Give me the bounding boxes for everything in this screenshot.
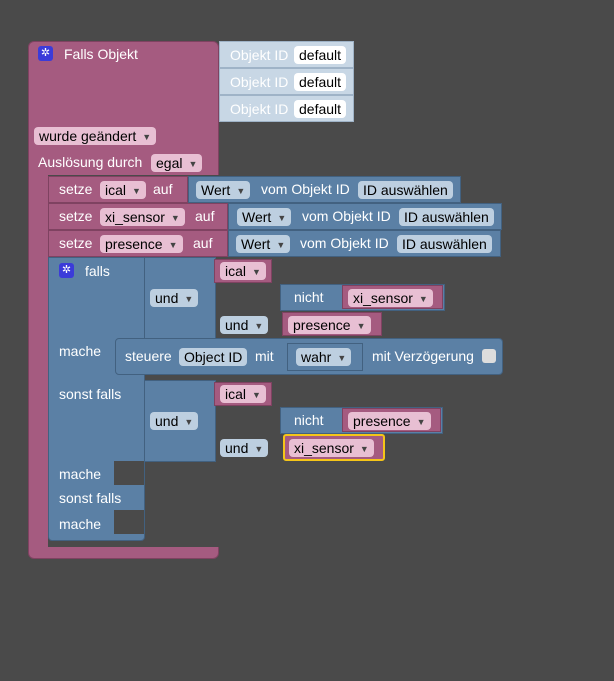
mache-slot-3 — [114, 510, 144, 534]
mache-label: mache — [59, 343, 102, 359]
id-select-1[interactable]: ID auswählen — [358, 181, 453, 199]
wert-dropdown-2[interactable]: Wert ▼ — [237, 208, 292, 226]
chevron-down-icon: ▼ — [254, 444, 264, 454]
chevron-down-icon: ▼ — [277, 213, 287, 223]
chevron-down-icon: ▼ — [170, 213, 180, 223]
var-name: presence — [353, 413, 411, 429]
objekt-id-label: Objekt ID — [230, 74, 289, 90]
auf-label: auf — [193, 235, 213, 251]
setze-var-ical[interactable]: ical ▼ — [100, 181, 146, 199]
sonst-falls-label: sonst falls — [59, 490, 122, 506]
objekt-id-field-2[interactable]: default — [294, 73, 347, 91]
chevron-down-icon: ▼ — [132, 186, 141, 196]
objekt-id-label: Objekt ID — [230, 47, 289, 63]
wert-dropdown-1[interactable]: Wert ▼ — [196, 181, 251, 199]
auf-label: auf — [195, 208, 215, 224]
wahr-dropdown[interactable]: wahr ▼ — [296, 348, 352, 366]
und-label: und — [155, 413, 179, 429]
chevron-down-icon: ▼ — [252, 267, 261, 277]
mache-slot-2 — [114, 461, 144, 485]
und-label: und — [225, 317, 249, 333]
chevron-down-icon: ▼ — [184, 294, 194, 304]
steuere-object-id[interactable]: Object ID — [179, 348, 248, 366]
nicht-label: nicht — [294, 412, 324, 428]
cond1-var-ical[interactable]: ical ▼ — [220, 262, 266, 280]
cond1-var-presence[interactable]: presence ▼ — [288, 316, 371, 334]
var-name: xi_sensor — [353, 290, 413, 306]
setze-label: setze — [59, 181, 93, 197]
chevron-down-icon: ▼ — [254, 321, 264, 331]
wert-label: Wert — [201, 182, 231, 198]
wahr-value: wahr — [301, 349, 332, 365]
steuere-label: steuere — [125, 348, 172, 364]
cond2-var-presence[interactable]: presence ▼ — [348, 412, 431, 430]
id-select-3[interactable]: ID auswählen — [397, 235, 492, 253]
selection-outline — [283, 434, 385, 461]
var-name: xi_sensor — [105, 209, 165, 225]
mache-label: mache — [59, 466, 102, 482]
changed-label: wurde geändert — [39, 128, 137, 144]
und-dropdown-4[interactable]: und ▼ — [220, 439, 269, 457]
chevron-down-icon: ▼ — [188, 159, 198, 169]
chevron-down-icon: ▼ — [416, 417, 426, 427]
objekt-id-label: Objekt ID — [230, 101, 289, 117]
und-dropdown-1[interactable]: und ▼ — [150, 289, 199, 307]
objekt-id-field-3[interactable]: default — [294, 100, 347, 118]
vom-objekt-label: vom Objekt ID — [302, 208, 391, 224]
mit-label: mit — [255, 348, 274, 364]
und-label: und — [155, 290, 179, 306]
verzoegerung-checkbox[interactable] — [482, 349, 496, 363]
setze-label: setze — [59, 208, 93, 224]
id-select-2[interactable]: ID auswählen — [399, 208, 494, 226]
chevron-down-icon: ▼ — [356, 321, 366, 331]
und-dropdown-3[interactable]: und ▼ — [150, 412, 199, 430]
und-label: und — [225, 440, 249, 456]
nicht-label: nicht — [294, 289, 324, 305]
wert-label: Wert — [241, 236, 271, 252]
vom-objekt-label: vom Objekt ID — [300, 235, 389, 251]
cond2-var-ical[interactable]: ical ▼ — [220, 385, 266, 403]
falls-label: falls — [85, 263, 110, 279]
mache-label: mache — [59, 516, 102, 532]
var-name: ical — [105, 182, 127, 198]
var-name: presence — [105, 236, 163, 252]
vom-objekt-label: vom Objekt ID — [261, 181, 350, 197]
und-dropdown-2[interactable]: und ▼ — [220, 316, 269, 334]
gear-icon[interactable]: ✲ — [38, 46, 53, 61]
gear-icon[interactable]: ✲ — [59, 263, 74, 278]
chevron-down-icon: ▼ — [337, 353, 347, 363]
ausloesung-value: egal — [156, 155, 183, 171]
mit-verzoegerung-label: mit Verzögerung — [372, 348, 474, 364]
cond1-var-xi-sensor[interactable]: xi_sensor ▼ — [348, 289, 433, 307]
trigger-title: Falls Objekt — [64, 46, 138, 62]
chevron-down-icon: ▼ — [184, 417, 194, 427]
setze-label: setze — [59, 235, 93, 251]
chevron-down-icon: ▼ — [236, 186, 246, 196]
var-name: ical — [225, 263, 247, 279]
ausloesung-label: Auslösung durch — [38, 154, 143, 170]
chevron-down-icon: ▼ — [276, 240, 286, 250]
chevron-down-icon: ▼ — [418, 294, 428, 304]
chevron-down-icon: ▼ — [142, 132, 152, 142]
changed-dropdown[interactable]: wurde geändert ▼ — [34, 127, 157, 145]
sonst-falls-label: sonst falls — [59, 386, 122, 402]
auf-label: auf — [153, 181, 173, 197]
chevron-down-icon: ▼ — [252, 390, 261, 400]
setze-var-xi-sensor[interactable]: xi_sensor ▼ — [100, 208, 185, 226]
ausloesung-dropdown[interactable]: egal ▼ — [151, 154, 203, 172]
wert-label: Wert — [242, 209, 272, 225]
chevron-down-icon: ▼ — [168, 240, 178, 250]
wert-dropdown-3[interactable]: Wert ▼ — [236, 235, 291, 253]
var-name: presence — [293, 317, 351, 333]
setze-var-presence[interactable]: presence ▼ — [100, 235, 183, 253]
objekt-id-field-1[interactable]: default — [294, 46, 347, 64]
var-name: ical — [225, 386, 247, 402]
